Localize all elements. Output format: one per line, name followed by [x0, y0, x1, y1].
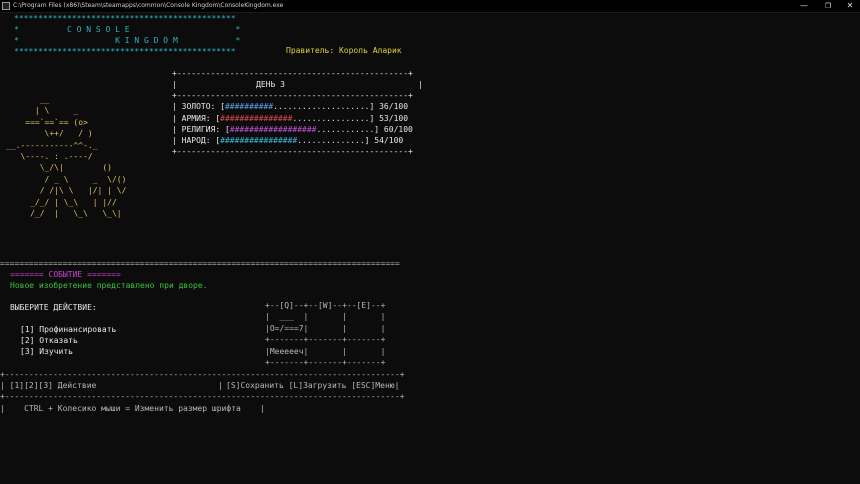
- people-bar: ################: [220, 136, 298, 145]
- resource-row-religion: | РЕЛИГИЯ: [##################..........…: [172, 125, 413, 134]
- window-titlebar[interactable]: C:\Program Files (x86)\Steam\steamapps\c…: [0, 0, 860, 13]
- minimize-button[interactable]: —: [794, 0, 814, 12]
- event-header: ======= СОБЫТИЕ =======: [10, 270, 121, 279]
- console-app-icon: [2, 2, 10, 10]
- day-border-right: |: [418, 80, 423, 89]
- resource-row-people: | НАРОД: [################..............…: [172, 136, 404, 145]
- day-border-left: |: [172, 80, 177, 89]
- gold-bar: ##########: [224, 102, 274, 111]
- army-bar: ###############: [220, 114, 293, 123]
- font-size-hint: | CTRL + Колесико мыши = Изменить размер…: [0, 404, 265, 413]
- banner-title-line2: * K I N G D O M *: [14, 36, 241, 45]
- banner-border-bottom: ****************************************…: [14, 47, 236, 56]
- footer-separator: |: [218, 381, 223, 390]
- event-text: Новое изобретение представлено при дворе…: [10, 281, 208, 290]
- resource-row-army: | АРМИЯ: [###############...............…: [172, 114, 409, 123]
- maximize-button[interactable]: ❐: [818, 0, 838, 12]
- footer-actions-left: | [1][2][3] Действие: [0, 381, 97, 390]
- banner-border-top: ****************************************…: [14, 14, 236, 23]
- status-border-top: +---------------------------------------…: [172, 69, 413, 78]
- action-option-study[interactable]: [3] Изучить: [20, 346, 73, 357]
- footer-border-mid: +---------------------------------------…: [0, 392, 405, 401]
- footer-hotkeys: [S]Сохранить [L]Загрузить [ESC]Меню|: [226, 381, 400, 390]
- ruler-label: Правитель: Король Аларик: [286, 46, 402, 55]
- status-border-bottom: +---------------------------------------…: [172, 147, 413, 156]
- resource-row-gold: | ЗОЛОТО: [##########...................…: [172, 102, 409, 111]
- action-prompt: ВЫБЕРИТЕ ДЕЙСТВИЕ:: [10, 303, 97, 312]
- keymap-grid: +--[Q]--+--[W]--+--[E]--+ | ___ | | | |O…: [265, 301, 386, 368]
- footer-border-top: +---------------------------------------…: [0, 370, 405, 379]
- section-divider: ========================================…: [0, 259, 400, 268]
- day-label: ДЕНЬ 3: [256, 80, 285, 89]
- status-border-mid: +---------------------------------------…: [172, 91, 413, 100]
- king-ascii-art: __ | \ _ ===`==`== (o> \++/ / ) __.-----…: [6, 95, 127, 219]
- close-button[interactable]: ✕: [840, 0, 860, 12]
- banner-title-line1: * C O N S O L E *: [14, 25, 241, 34]
- religion-bar: ##################: [229, 125, 317, 134]
- action-option-refuse[interactable]: [2] Отказать: [20, 335, 78, 346]
- window-title: C:\Program Files (x86)\Steam\steamapps\c…: [13, 2, 284, 9]
- action-option-finance[interactable]: [1] Профинансировать: [20, 324, 116, 335]
